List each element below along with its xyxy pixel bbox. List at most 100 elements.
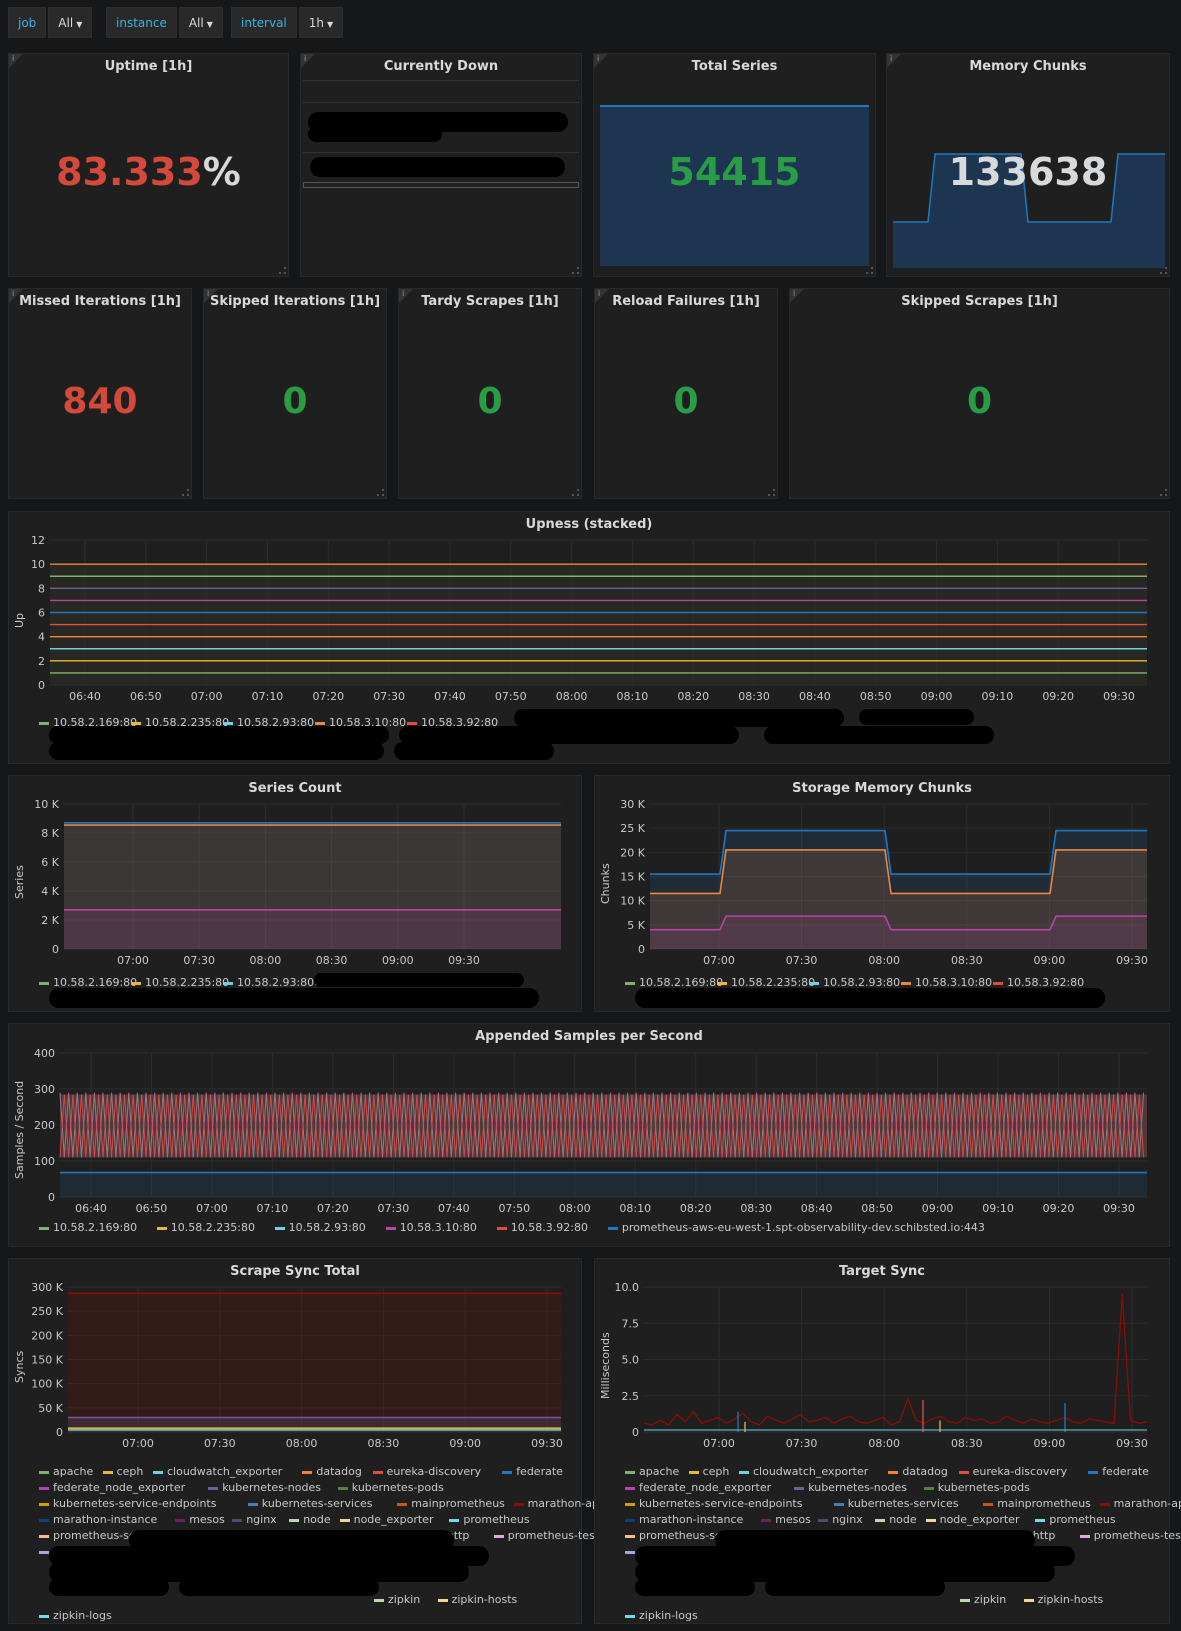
x-tick-label: 07:00 (191, 690, 223, 703)
legend-item[interactable]: cloudwatch_exporter (739, 1465, 868, 1478)
y-tick-label: 300 K (31, 1281, 63, 1294)
legend-swatch (625, 1534, 635, 1538)
legend-swatch (407, 721, 417, 725)
interval-select[interactable]: 1h ▼ (298, 7, 344, 38)
panel-title: Currently Down (383, 59, 499, 74)
legend-label: kubernetes-nodes (222, 1481, 321, 1494)
legend-item[interactable]: kubernetes-pods (337, 1481, 444, 1494)
legend-item[interactable]: mainprometheus (983, 1497, 1091, 1510)
legend-item[interactable]: federate (1088, 1465, 1149, 1478)
legend-item[interactable]: cloudwatch_exporter (153, 1465, 282, 1478)
legend-item[interactable]: 10.58.2.169:80 (39, 1221, 137, 1234)
x-tick-label: 09:10 (982, 690, 1014, 703)
legend-item[interactable]: zipkin (374, 1593, 420, 1606)
legend-item[interactable]: nginx (818, 1513, 863, 1526)
legend-item[interactable]: node_exporter (339, 1513, 433, 1526)
legend-item[interactable]: kubernetes-nodes (794, 1481, 907, 1494)
legend-swatch (153, 1470, 163, 1474)
legend-label: cloudwatch_exporter (167, 1465, 283, 1478)
legend-item[interactable]: marathon-instance (625, 1513, 743, 1526)
panel-memory-chunks: i Memory Chunks 133638 (886, 53, 1170, 277)
legend-label: mainprometheus (411, 1497, 505, 1510)
legend-swatch (493, 1534, 504, 1538)
legend-item[interactable]: node (875, 1513, 917, 1526)
legend-item[interactable]: 10.58.3.10:80 (385, 1221, 477, 1234)
legend-item[interactable]: apache (625, 1465, 679, 1478)
interval-select-value: 1h (308, 16, 324, 30)
legend-item[interactable]: datadog (888, 1465, 948, 1478)
x-tick-label: 07:50 (495, 690, 527, 703)
interval-label: interval (231, 7, 297, 38)
resize-handle[interactable] (279, 267, 286, 274)
x-tick-label: 07:30 (786, 954, 818, 967)
x-tick-label: 08:00 (559, 1202, 591, 1215)
x-tick-label: 07:30 (183, 954, 215, 967)
legend-item[interactable]: zipkin-logs (39, 1609, 112, 1622)
legend-item[interactable]: federate (502, 1465, 563, 1478)
legend-swatch (208, 1486, 219, 1490)
legend-label: zipkin-hosts (1037, 1593, 1104, 1606)
legend-item[interactable]: kubernetes-service-endpoints (39, 1497, 216, 1510)
legend-item[interactable]: zipkin-hosts (1023, 1593, 1104, 1606)
legend-item[interactable]: prometheus (449, 1513, 530, 1526)
legend-label: 10.58.2.93:80 (288, 1221, 366, 1234)
legend-swatch (625, 1470, 635, 1474)
legend-label: node (889, 1513, 917, 1526)
resize-handle[interactable] (1160, 267, 1167, 274)
legend-label: apache (53, 1465, 94, 1478)
resize-handle[interactable] (768, 489, 775, 496)
resize-handle[interactable] (182, 489, 189, 496)
legend-item[interactable]: eureka-discovery (372, 1465, 481, 1478)
x-tick-label: 08:30 (951, 954, 983, 967)
legend-item[interactable]: kubernetes-service-endpoints (625, 1497, 802, 1510)
legend-item[interactable]: ceph (688, 1465, 729, 1478)
legend-item[interactable]: nginx (232, 1513, 277, 1526)
legend-item[interactable]: mainprometheus (397, 1497, 505, 1510)
legend-item[interactable]: marathon-apps (1099, 1497, 1181, 1510)
legend-item[interactable]: prometheus-test (493, 1529, 599, 1542)
legend-item[interactable]: prometheus (1035, 1513, 1116, 1526)
resize-handle[interactable] (1160, 489, 1167, 496)
x-tick-label: 07:20 (312, 690, 344, 703)
panel-storage-chunks: Storage Memory Chunks Chunks 05 K 10 K 15 … (594, 775, 1170, 1012)
resize-handle[interactable] (377, 489, 384, 496)
x-tick-label: 07:30 (378, 1202, 410, 1215)
legend-item[interactable]: node (289, 1513, 331, 1526)
x-tick-label: 07:00 (196, 1202, 228, 1215)
divider (303, 152, 579, 153)
legend-item[interactable]: prometheus-test (1079, 1529, 1181, 1542)
legend-swatch (496, 1226, 507, 1230)
x-tick-label: 09:00 (921, 690, 953, 703)
legend-item[interactable]: kubernetes-nodes (208, 1481, 321, 1494)
legend-item[interactable]: federate_node_exporter (625, 1481, 771, 1494)
legend-item[interactable]: eureka-discovery (958, 1465, 1067, 1478)
legend-item[interactable]: node_exporter (925, 1513, 1019, 1526)
y-tick-label: 4 (38, 631, 45, 644)
legend-item[interactable]: 10.58.3.92:80 (496, 1221, 588, 1234)
resize-handle[interactable] (572, 489, 579, 496)
resize-handle[interactable] (572, 267, 579, 274)
legend-item[interactable]: apache (39, 1465, 93, 1478)
x-tick-label: 08:30 (740, 1202, 772, 1215)
legend-swatch (372, 1470, 383, 1474)
resize-handle[interactable] (866, 267, 873, 274)
legend-item[interactable]: datadog (302, 1465, 362, 1478)
legend-swatch (247, 1502, 258, 1506)
legend-item[interactable]: zipkin (960, 1593, 1006, 1606)
legend-item[interactable]: zipkin-hosts (437, 1593, 517, 1606)
instance-select[interactable]: All ▼ (178, 7, 223, 38)
panel-title: Reload Failures [1h] (612, 294, 760, 309)
legend-item[interactable]: federate_node_exporter (39, 1481, 185, 1494)
legend-item[interactable]: 10.58.2.235:80 (156, 1221, 255, 1234)
legend-item[interactable]: kubernetes-services (833, 1497, 959, 1510)
legend-item[interactable]: mesos (175, 1513, 225, 1526)
legend-item[interactable]: marathon-instance (39, 1513, 157, 1526)
job-select[interactable]: All ▼ (48, 7, 93, 38)
legend-item[interactable]: kubernetes-pods (923, 1481, 1030, 1494)
legend-item[interactable]: 10.58.2.93:80 (274, 1221, 366, 1234)
legend-item[interactable]: zipkin-logs (625, 1609, 698, 1622)
legend-item[interactable]: prometheus-aws-eu-west-1.spt-observabili… (607, 1221, 985, 1234)
legend-item[interactable]: mesos (761, 1513, 811, 1526)
legend-item[interactable]: kubernetes-services (247, 1497, 373, 1510)
legend-item[interactable]: ceph (102, 1465, 143, 1478)
